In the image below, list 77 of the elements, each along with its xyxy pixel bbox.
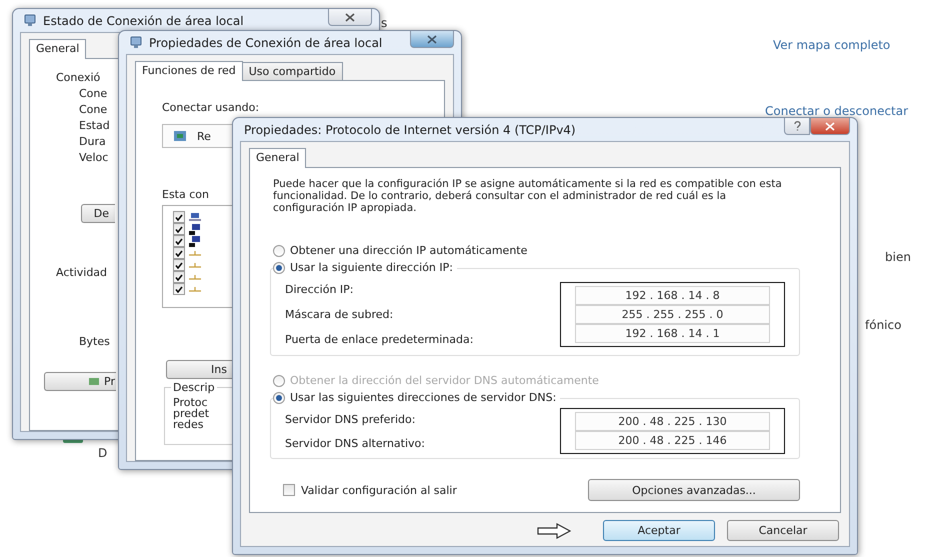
computer-icon — [189, 236, 201, 246]
checkbox[interactable] — [173, 223, 185, 235]
field-label: Cone — [79, 87, 108, 100]
ip-field[interactable]: 200 . 48 . 225 . 146 — [575, 431, 770, 450]
page-text: bien — [885, 250, 911, 264]
description-text: Protoc — [173, 397, 208, 408]
field-label: Conectar usando: — [162, 101, 260, 114]
details-button[interactable]: De — [81, 204, 115, 223]
tab[interactable]: Uso compartido — [242, 62, 343, 80]
protocol-icon — [189, 262, 201, 268]
radio-button[interactable] — [273, 244, 285, 256]
field-label: Dirección IP: — [285, 282, 355, 298]
computer-icon — [189, 224, 201, 234]
cancel-button[interactable]: Cancelar — [727, 520, 839, 541]
section-heading: Conexió — [56, 71, 100, 84]
window-title: Propiedades: Protocolo de Internet versión 4 (TCP/IPv4) — [244, 122, 576, 136]
advanced-options-button[interactable]: Opciones avanzadas... — [588, 479, 800, 501]
close-button[interactable] — [328, 9, 372, 26]
link[interactable]: Ver mapa completo — [773, 38, 890, 52]
checkbox[interactable] — [173, 247, 185, 259]
page-text: s — [381, 16, 388, 30]
radio-button[interactable] — [273, 262, 285, 274]
protocol-icon — [189, 286, 201, 292]
ip-field[interactable]: 192 . 168 . 14 . 1 — [575, 324, 770, 343]
close-icon — [427, 34, 437, 44]
ip-field[interactable]: 200 . 48 . 225 . 130 — [575, 412, 770, 431]
protocol-icon — [189, 274, 201, 280]
checkbox[interactable] — [173, 271, 185, 283]
protocol-icon — [189, 250, 201, 256]
field-label: Bytes — [79, 335, 110, 348]
option-label: Obtener una dirección IP automáticamente — [290, 244, 528, 257]
field-label: Dura — [79, 135, 106, 148]
description-text: predet — [173, 408, 210, 419]
field-label: Veloc — [79, 151, 108, 164]
ip-field[interactable]: 255 . 255 . 255 . 0 — [575, 305, 770, 324]
install-button[interactable]: Ins — [166, 360, 233, 379]
tab[interactable]: General — [29, 39, 86, 59]
section-heading: Actividad — [56, 266, 108, 279]
radio-button[interactable] — [273, 392, 285, 404]
field-label: Puerta de enlace predeterminada: — [285, 332, 474, 348]
network-adapter-icon — [173, 130, 187, 142]
field-label: Máscara de subred: — [285, 307, 394, 323]
checkbox[interactable] — [173, 235, 185, 247]
arrow-icon — [537, 522, 571, 538]
option-label: Usar la siguiente dirección IP: — [290, 261, 453, 274]
adapter-name: Re — [197, 130, 211, 142]
close-icon — [825, 122, 835, 130]
checkbox[interactable] — [173, 211, 185, 223]
page-text: D — [98, 446, 108, 460]
tab[interactable]: General — [249, 148, 306, 168]
field-label: Cone — [79, 103, 108, 116]
link[interactable]: Conectar o desconectar — [765, 104, 908, 118]
option-label: Obtener la dirección del servidor DNS automáticamente — [290, 374, 599, 387]
window-title: Propiedades de Conexión de área local — [149, 36, 382, 50]
properties-button[interactable]: Pr — [44, 372, 116, 391]
checkbox[interactable] — [173, 283, 185, 295]
field-label: Estad — [79, 119, 110, 132]
field-label: Esta con — [162, 188, 209, 201]
close-icon — [345, 12, 355, 22]
field-label: Servidor DNS alternativo: — [285, 436, 426, 452]
description-text: redes — [173, 419, 204, 430]
intro-text: Puede hacer que la configuración IP se asigne automáticamente si la red es compatible con esta funcionalidad. De lo contrario, deberá consultar con el administrador de red cuál es la configuración IP apropiada. — [273, 178, 783, 214]
help-button[interactable] — [784, 118, 810, 135]
checkbox-label: Validar configuración al salir — [301, 484, 457, 496]
page-text: fónico — [865, 318, 902, 332]
checkbox[interactable] — [173, 259, 185, 271]
ok-button[interactable]: Aceptar — [603, 520, 715, 541]
field-label: Servidor DNS preferido: — [285, 412, 416, 428]
close-button[interactable] — [410, 31, 454, 48]
checkbox[interactable] — [283, 484, 295, 496]
help-icon — [794, 121, 800, 131]
tab[interactable]: Funciones de red — [135, 61, 243, 81]
window-title: Estado de Conexión de área local — [43, 14, 244, 28]
group-label: Descrip — [171, 382, 217, 393]
option-label: Usar las siguientes direcciones de servidor DNS: — [290, 391, 556, 404]
close-button[interactable] — [810, 118, 850, 135]
ip-field[interactable]: 192 . 168 . 14 . 8 — [575, 286, 770, 305]
